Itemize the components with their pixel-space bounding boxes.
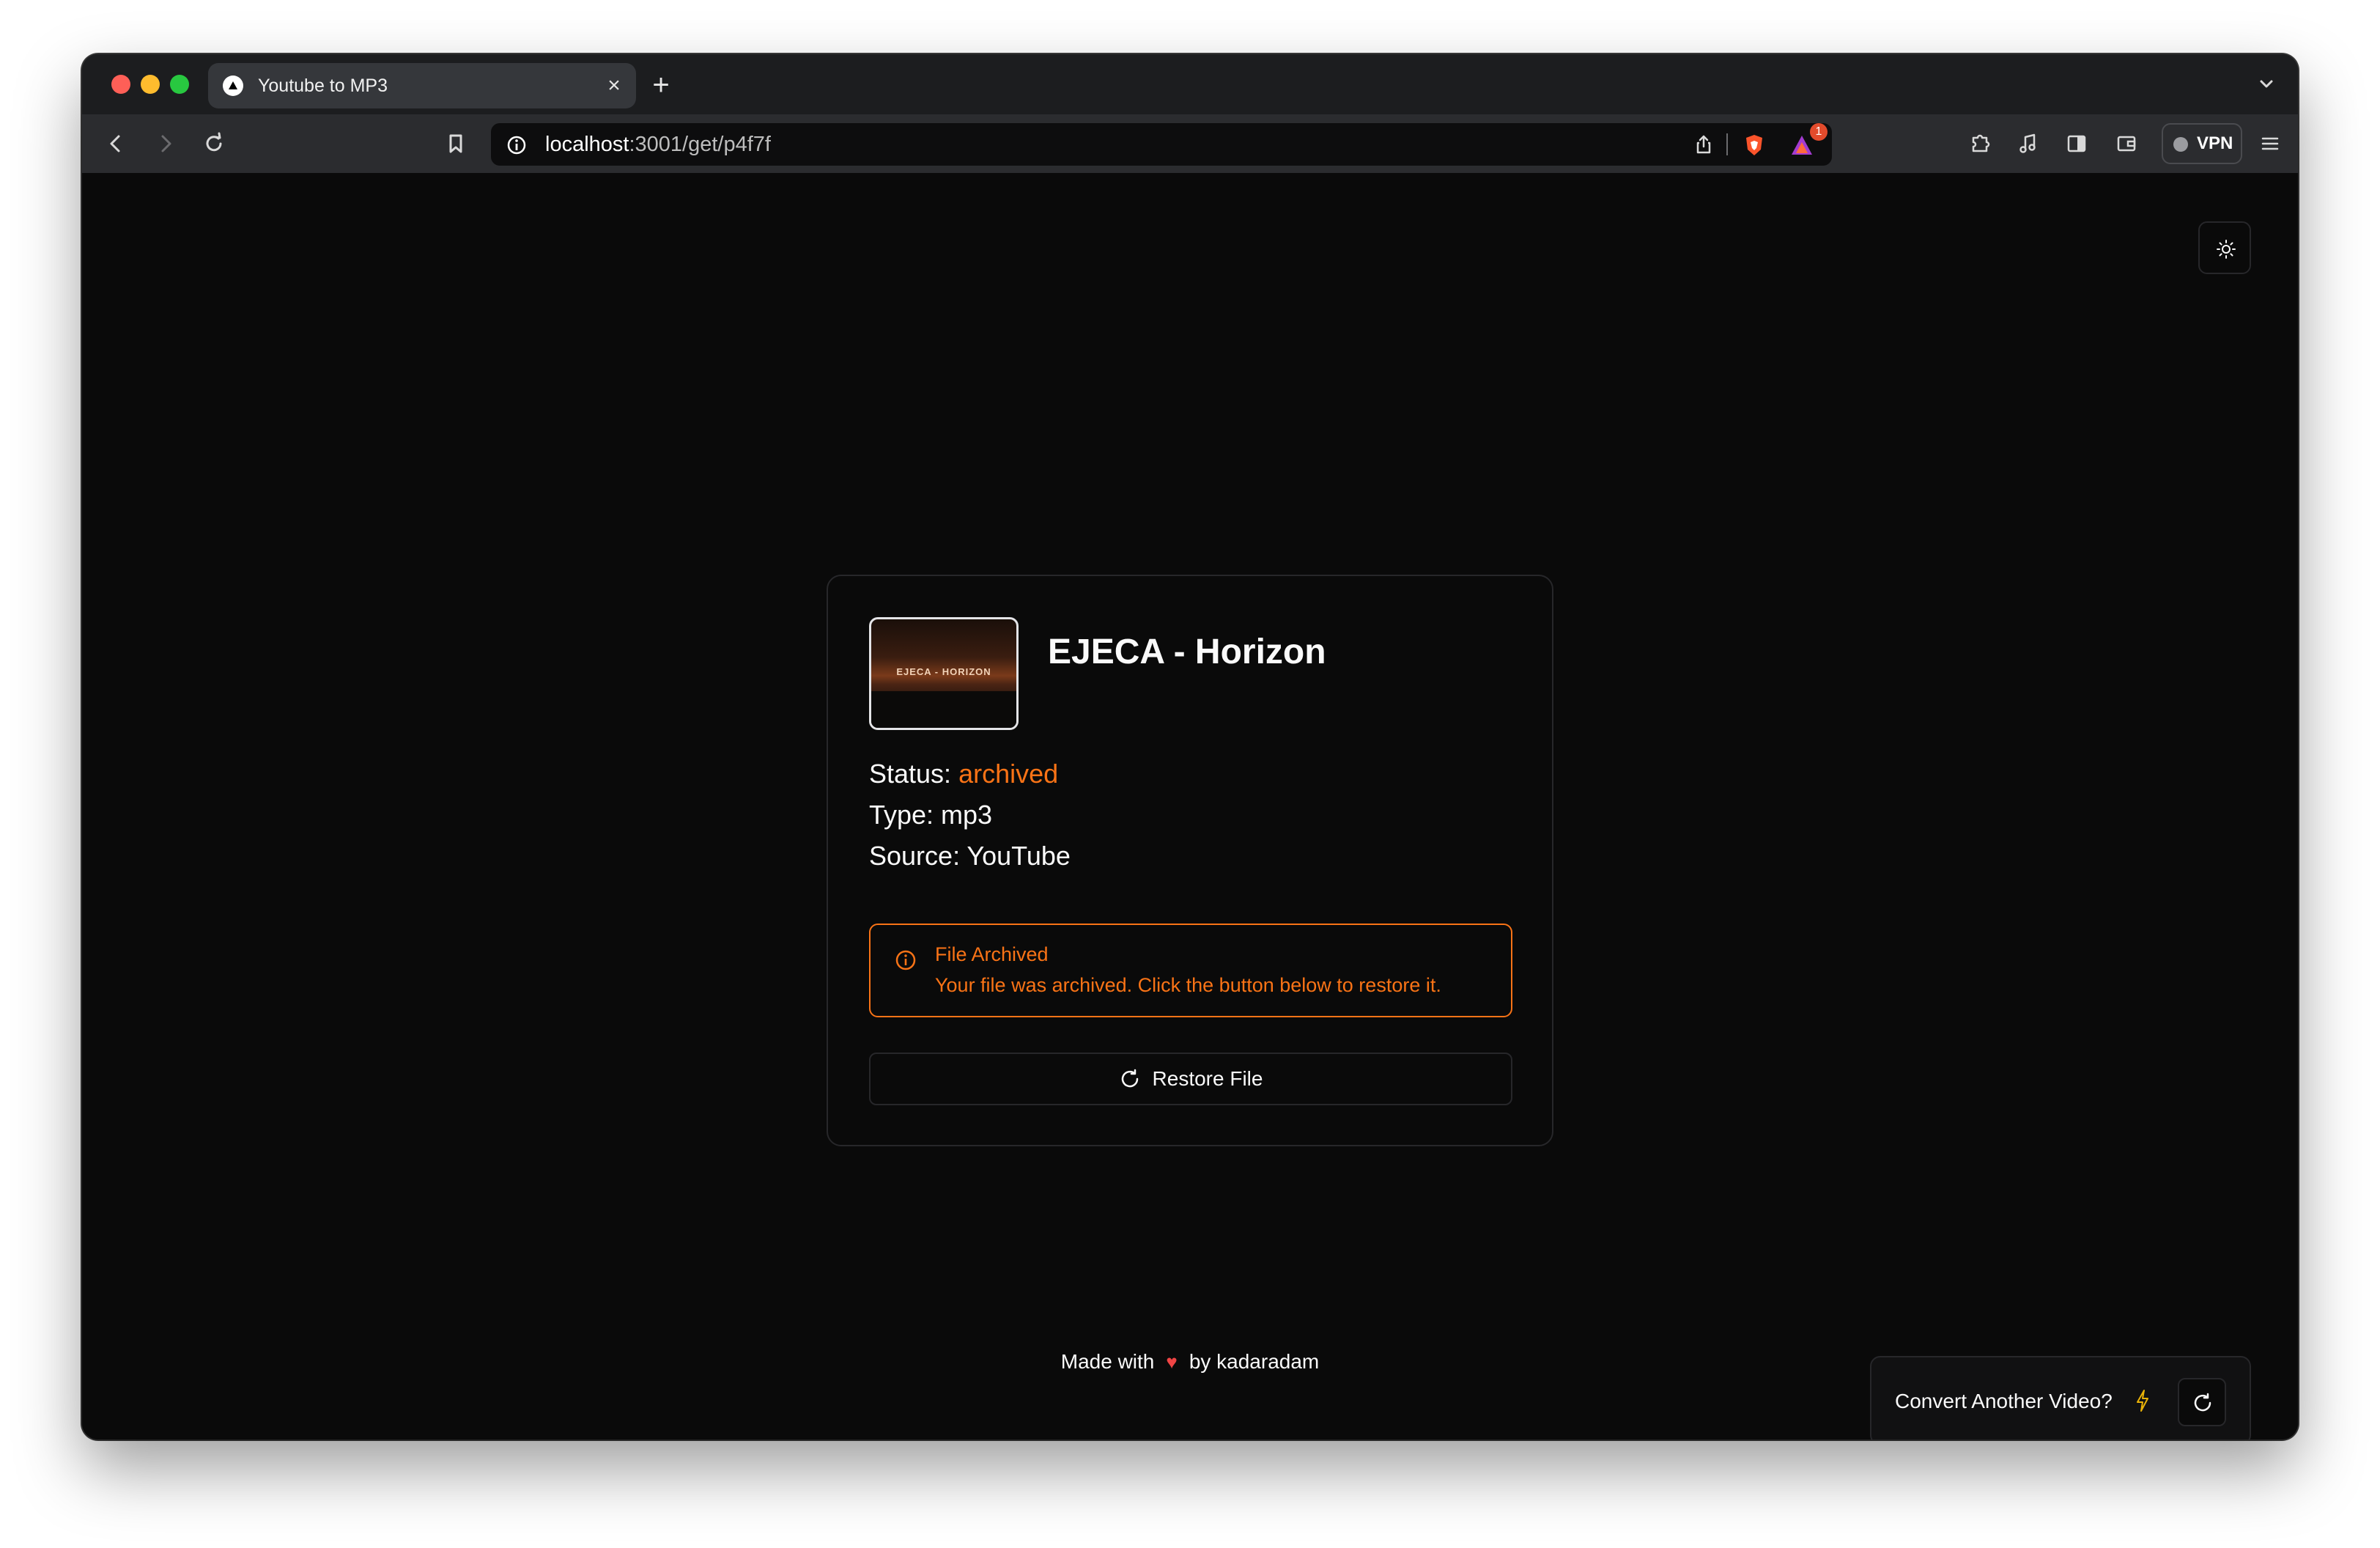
back-arrow-icon[interactable] (101, 129, 130, 158)
status-value: archived (958, 759, 1059, 789)
address-divider (1726, 133, 1728, 155)
browser-window: Youtube to MP3 × + localhost:3001/get/p4… (82, 54, 2298, 1440)
vpn-label: VPN (2197, 133, 2233, 153)
wallet-icon[interactable] (2112, 129, 2141, 158)
extensions-puzzle-icon[interactable] (1965, 129, 1995, 158)
thumbnail-caption: EJECA - HORIZON (896, 666, 991, 677)
new-tab-button[interactable]: + (640, 66, 681, 107)
page-content: EJECA - HORIZON EJECA - Horizon Status: … (82, 173, 2298, 1440)
share-icon[interactable] (1693, 133, 1715, 159)
brave-rewards-icon[interactable] (1789, 133, 1814, 161)
file-card: EJECA - HORIZON EJECA - Horizon Status: … (827, 575, 1553, 1146)
triangle-favicon-icon (223, 75, 243, 96)
lightning-icon (2134, 1388, 2151, 1417)
type-line: Type: mp3 (869, 800, 993, 830)
footer-suffix: by kadaradam (1189, 1350, 1320, 1373)
maximize-window-button[interactable] (170, 75, 189, 94)
footer-prefix: Made with (1060, 1350, 1155, 1373)
minimize-window-button[interactable] (141, 75, 160, 94)
refresh-icon (1121, 1069, 1138, 1088)
browser-toolbar: localhost:3001/get/p4f7f 1 VPN (82, 114, 2298, 173)
tab-title: Youtube to MP3 (258, 75, 388, 96)
rewards-badge: 1 (1810, 123, 1828, 141)
url-path: :3001/get/p4f7f (629, 133, 771, 156)
close-window-button[interactable] (111, 75, 130, 94)
info-circle-icon (894, 948, 917, 976)
sun-icon (2217, 240, 2236, 259)
restore-file-label: Restore File (1152, 1067, 1263, 1090)
heart-icon: ♥ (1166, 1351, 1178, 1373)
vpn-status-icon (2173, 137, 2188, 152)
convert-another-button[interactable] (2178, 1378, 2226, 1426)
restore-file-button[interactable]: Restore File (869, 1053, 1512, 1105)
hamburger-menu-icon[interactable] (2255, 129, 2285, 158)
thumbnail-hills (871, 691, 1016, 728)
status-label: Status: (869, 759, 959, 789)
tab-close-icon[interactable]: × (601, 73, 627, 99)
music-note-icon[interactable] (2014, 129, 2043, 158)
convert-another-toast: Convert Another Video? (1870, 1356, 2251, 1440)
status-line: Status: archived (869, 758, 1058, 790)
alert-description: Your file was archived. Click the button… (935, 974, 1441, 996)
toast-text: Convert Another Video? (1895, 1390, 2113, 1412)
url-text: localhost:3001/get/p4f7f (545, 132, 771, 157)
refresh-icon (2194, 1393, 2211, 1412)
address-bar[interactable]: localhost:3001/get/p4f7f 1 (491, 123, 1832, 166)
alert-title: File Archived (935, 943, 1049, 965)
theme-toggle-button[interactable] (2198, 221, 2251, 274)
video-title: EJECA - Horizon (1048, 633, 1326, 671)
reload-icon[interactable] (199, 129, 229, 158)
source-line: Source: YouTube (869, 841, 1071, 871)
chevron-down-icon[interactable] (2255, 73, 2277, 99)
site-info-icon[interactable] (506, 134, 528, 160)
vpn-button[interactable]: VPN (2162, 123, 2242, 164)
brave-shield-icon[interactable] (1742, 133, 1766, 161)
sidebar-toggle-icon[interactable] (2062, 129, 2091, 158)
tab-strip: Youtube to MP3 × + (82, 54, 2298, 114)
forward-arrow-icon[interactable] (151, 129, 180, 158)
bookmark-icon[interactable] (441, 129, 470, 158)
tab-active[interactable]: Youtube to MP3 × (208, 63, 636, 108)
url-host: localhost (545, 133, 629, 156)
video-thumbnail: EJECA - HORIZON (869, 617, 1019, 730)
archived-alert: File Archived Your file was archived. Cl… (869, 924, 1512, 1017)
